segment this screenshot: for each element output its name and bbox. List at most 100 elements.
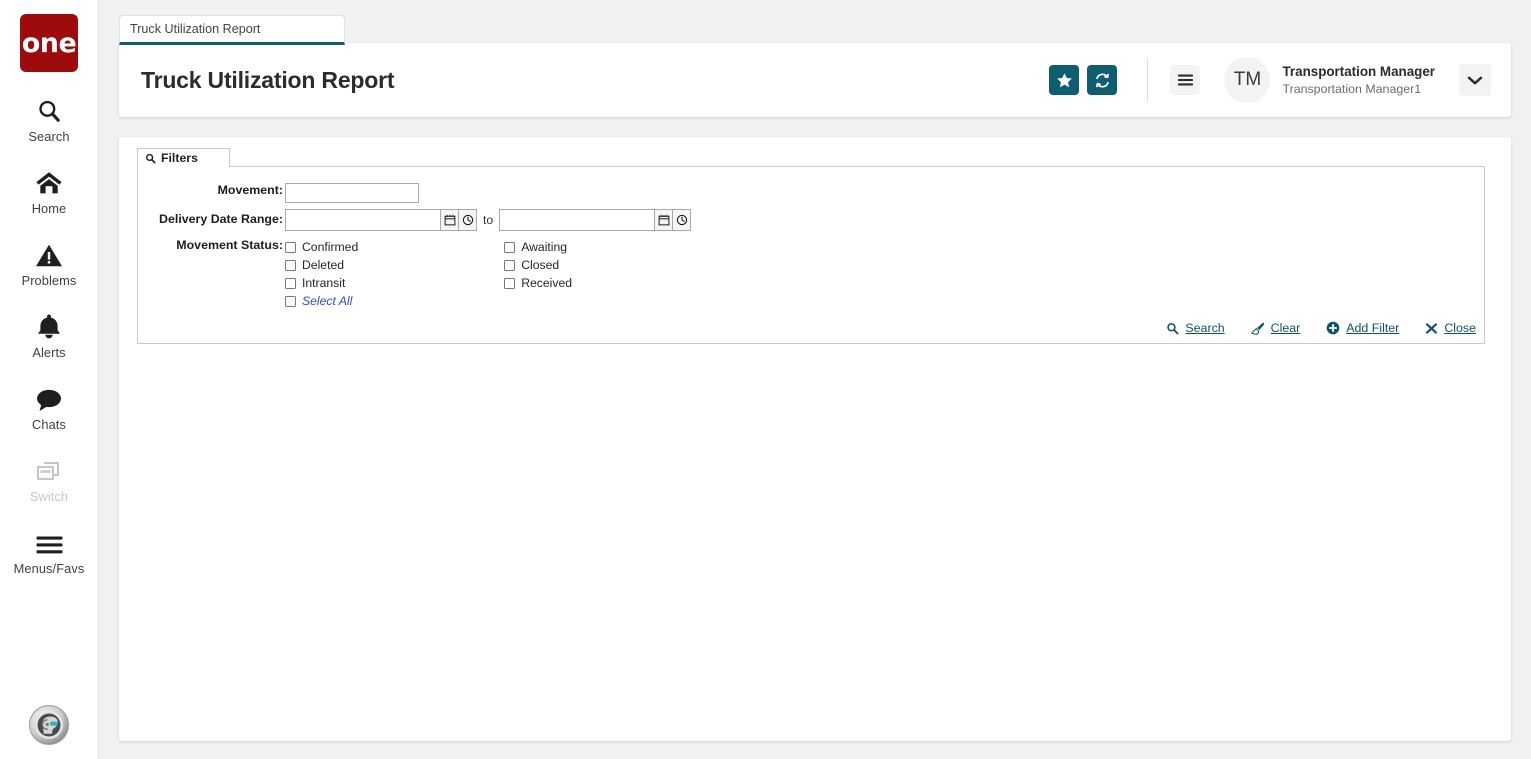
close-button[interactable]: Close bbox=[1425, 321, 1476, 335]
date-to-group bbox=[499, 209, 692, 231]
sidebar-item-label: Problems bbox=[21, 273, 77, 288]
filters-panel: Movement: Delivery Date Range: to Moveme… bbox=[137, 166, 1485, 344]
filter-row-delivery-date-range: Delivery Date Range: to bbox=[138, 209, 1484, 231]
search-icon bbox=[1166, 322, 1179, 335]
document-tabstrip: Truck Utilization Report bbox=[119, 15, 1511, 45]
checkbox-label: Confirmed bbox=[302, 240, 359, 254]
sidebar-item-label: Search bbox=[28, 129, 70, 144]
filters-tab[interactable]: Filters bbox=[137, 148, 230, 167]
tab-truck-utilization-report[interactable]: Truck Utilization Report bbox=[119, 15, 345, 45]
checkbox-row: Deleted bbox=[285, 256, 358, 274]
clear-button-label: Clear bbox=[1270, 321, 1301, 335]
bell-icon bbox=[36, 310, 62, 340]
sidebar-item-label: Home bbox=[31, 201, 67, 216]
checkbox-row: Intransit bbox=[285, 274, 358, 292]
movement-status-column-1: Confirmed Deleted Intransit Select All bbox=[285, 238, 358, 310]
main-content-panel: Filters Movement: Delivery Date Range: t… bbox=[119, 137, 1511, 741]
close-x-icon bbox=[1425, 322, 1438, 335]
user-menu-button[interactable] bbox=[1459, 64, 1491, 96]
checkbox-select-all[interactable] bbox=[285, 295, 296, 307]
checkbox-label: Awaiting bbox=[521, 240, 568, 254]
header-divider bbox=[1147, 58, 1149, 102]
checkbox-received[interactable] bbox=[504, 277, 516, 289]
refresh-icon bbox=[1094, 72, 1111, 89]
checkbox-row: Select All bbox=[285, 292, 358, 310]
checkbox-closed[interactable] bbox=[504, 259, 516, 271]
favorite-button[interactable] bbox=[1049, 65, 1080, 95]
checkbox-label: Deleted bbox=[302, 258, 345, 272]
switch-icon bbox=[35, 454, 63, 484]
user-name: Transportation Manager bbox=[1282, 63, 1435, 79]
checkbox-label: Closed bbox=[521, 258, 560, 272]
sidebar-item-label: Switch bbox=[29, 489, 69, 504]
page-title: Truck Utilization Report bbox=[141, 66, 395, 93]
refresh-button[interactable] bbox=[1087, 65, 1118, 95]
add-filter-button[interactable]: Add Filter bbox=[1326, 321, 1399, 335]
checkbox-row: Confirmed bbox=[285, 238, 358, 256]
checkbox-label: Received bbox=[521, 276, 573, 290]
user-subtitle: Transportation Manager1 bbox=[1282, 81, 1422, 96]
sidebar-item-switch[interactable]: Switch bbox=[0, 454, 99, 504]
delivery-date-to-input[interactable] bbox=[499, 209, 656, 231]
checkbox-label: Intransit bbox=[302, 276, 346, 290]
sidebar-item-home[interactable]: Home bbox=[0, 166, 99, 216]
plus-circle-icon bbox=[1326, 321, 1340, 335]
header-menu-button[interactable] bbox=[1170, 65, 1201, 95]
chevron-down-icon bbox=[1467, 75, 1483, 86]
ai-assistant-icon[interactable] bbox=[29, 705, 69, 745]
search-icon bbox=[145, 153, 156, 164]
filter-row-movement-status: Movement Status: Confirmed Deleted Intra… bbox=[138, 238, 1484, 310]
avatar[interactable]: TM bbox=[1224, 57, 1271, 103]
tab-label: Truck Utilization Report bbox=[130, 22, 261, 36]
sidebar-item-alerts[interactable]: Alerts bbox=[0, 310, 99, 360]
filter-row-movement: Movement: bbox=[138, 183, 1484, 203]
clock-icon[interactable] bbox=[673, 209, 692, 231]
search-button[interactable]: Search bbox=[1166, 321, 1225, 335]
home-icon bbox=[35, 166, 63, 196]
checkbox-row: Received bbox=[504, 274, 572, 292]
checkbox-awaiting[interactable] bbox=[504, 241, 516, 253]
search-icon bbox=[36, 94, 62, 124]
movement-status-column-2: Awaiting Closed Received bbox=[504, 238, 572, 292]
add-filter-button-label: Add Filter bbox=[1346, 321, 1400, 335]
calendar-icon[interactable] bbox=[441, 209, 459, 231]
user-info: Transportation Manager Transportation Ma… bbox=[1282, 63, 1435, 98]
sidebar-item-label: Menus/Favs bbox=[13, 561, 85, 576]
calendar-icon[interactable] bbox=[655, 209, 674, 231]
checkbox-row: Awaiting bbox=[504, 238, 572, 256]
star-icon bbox=[1056, 72, 1073, 89]
left-sidebar: one Search Home Problems Alerts Chats Sw… bbox=[0, 0, 99, 759]
hamburger-icon bbox=[35, 526, 64, 556]
delivery-date-range-label: Delivery Date Range: bbox=[159, 212, 283, 226]
close-button-label: Close bbox=[1444, 321, 1476, 335]
delivery-date-from-input[interactable] bbox=[285, 209, 441, 231]
page-header: Truck Utilization Report TM Transportati… bbox=[119, 43, 1511, 117]
sidebar-item-label: Alerts bbox=[32, 345, 66, 360]
search-button-label: Search bbox=[1185, 321, 1225, 335]
movement-status-label: Movement Status: bbox=[176, 238, 283, 252]
avatar-initials: TM bbox=[1233, 69, 1262, 90]
sidebar-item-search[interactable]: Search bbox=[0, 94, 99, 144]
checkbox-confirmed[interactable] bbox=[285, 241, 296, 253]
sidebar-item-problems[interactable]: Problems bbox=[0, 238, 99, 288]
brand-logo[interactable]: one bbox=[20, 14, 78, 72]
movement-input[interactable] bbox=[285, 183, 419, 203]
filters-action-bar: Search Clear Add Filter Close bbox=[1140, 321, 1476, 335]
chat-icon bbox=[35, 382, 63, 412]
select-all-link[interactable]: Select All bbox=[302, 294, 352, 308]
sidebar-item-menus-favs[interactable]: Menus/Favs bbox=[0, 526, 99, 576]
eraser-icon bbox=[1251, 322, 1265, 335]
clock-icon[interactable] bbox=[459, 209, 477, 231]
date-range-to-label: to bbox=[483, 213, 494, 227]
filters-tab-label: Filters bbox=[161, 151, 198, 165]
checkbox-row: Closed bbox=[504, 256, 572, 274]
brand-logo-text: one bbox=[21, 27, 77, 59]
warning-icon bbox=[35, 238, 63, 268]
date-from-group bbox=[285, 209, 477, 231]
movement-label: Movement: bbox=[217, 183, 283, 197]
checkbox-intransit[interactable] bbox=[285, 277, 296, 289]
sidebar-item-chats[interactable]: Chats bbox=[0, 382, 99, 432]
sidebar-item-label: Chats bbox=[32, 417, 66, 432]
checkbox-deleted[interactable] bbox=[285, 259, 296, 271]
clear-button[interactable]: Clear bbox=[1251, 321, 1301, 335]
